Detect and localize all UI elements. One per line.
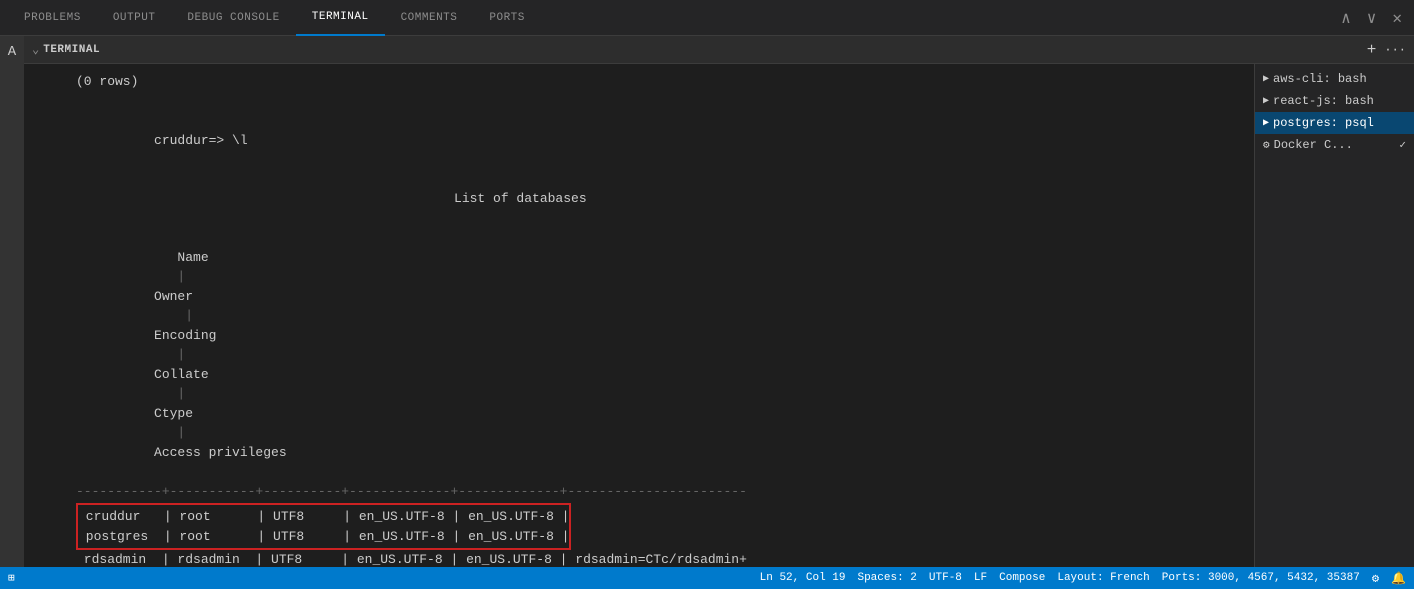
sidebar-item-react-js[interactable]: ▶ react-js: bash (1255, 90, 1414, 112)
command-prompt-1: cruddur=> \l (154, 133, 248, 148)
tab-problems[interactable]: PROBLEMS (8, 0, 97, 36)
ellipsis-icon[interactable]: ··· (1384, 43, 1406, 57)
col-sep4: | (154, 386, 216, 401)
row-rdsadmin: rdsadmin | rdsadmin | UTF8 | en_US.UTF-8… (36, 550, 1230, 567)
col-sep3: | (154, 347, 216, 362)
sidebar-item-postgres[interactable]: ▶ postgres: psql (1255, 112, 1414, 134)
wrench-gear-icon: ⚙ (1263, 138, 1270, 152)
col-ctype-text: Ctype (154, 406, 193, 421)
terminal-content[interactable]: (0 rows) cruddur=> \l List of databases … (24, 64, 1242, 567)
col-sep2: | (154, 308, 216, 323)
terminal-panel-header: ⌄ TERMINAL + ··· (24, 36, 1414, 64)
ports-indicator[interactable]: Ports: 3000, 4567, 5432, 35387 (1162, 572, 1360, 584)
terminal-header-label: TERMINAL (43, 44, 100, 56)
sidebar-item-label-1: aws-cli: bash (1273, 72, 1367, 86)
activity-icon: A (8, 44, 16, 60)
tab-ports[interactable]: PORTS (473, 0, 541, 36)
caret-up-icon[interactable]: ∧ (1337, 6, 1355, 30)
col-encoding-text: Encoding (154, 328, 216, 343)
icon-bar: A (0, 36, 24, 567)
scrollbar[interactable] (1242, 64, 1254, 567)
table-title: List of databases (454, 191, 587, 206)
sidebar-item-label-3: postgres: psql (1273, 116, 1374, 130)
table-title-line: List of databases (36, 170, 1230, 229)
status-right: Ln 52, Col 19 Spaces: 2 UTF-8 LF Compose… (760, 571, 1406, 586)
status-left: ⊞ (8, 571, 15, 585)
col-name-text: Name (177, 250, 208, 265)
command-line-1: cruddur=> \l (36, 111, 1230, 170)
eol-indicator[interactable]: LF (974, 572, 987, 584)
sidebar-item-label-4: Docker C... (1274, 138, 1353, 152)
col-sep1: | (154, 269, 209, 284)
bell-icon[interactable]: 🔔 (1391, 571, 1406, 586)
tab-output[interactable]: OUTPUT (97, 0, 172, 36)
tab-debug-console[interactable]: DEBUG CONSOLE (171, 0, 295, 36)
col-collate-text: Collate (154, 367, 209, 382)
sidebar-item-label-2: react-js: bash (1273, 94, 1374, 108)
col-name (154, 250, 177, 265)
row-cruddur: cruddur | root | UTF8 | en_US.UTF-8 | en… (78, 507, 569, 527)
col-owner-text: Owner (154, 289, 193, 304)
status-bar: ⊞ Ln 52, Col 19 Spaces: 2 UTF-8 LF Compo… (0, 567, 1414, 589)
table-header-line: Name | Owner | Encoding | Collate | Ctyp… (36, 228, 1230, 482)
close-icon[interactable]: ✕ (1388, 6, 1406, 30)
caret-down-icon[interactable]: ∨ (1363, 6, 1381, 30)
encoding-indicator[interactable]: UTF-8 (929, 572, 962, 584)
terminal-container: ⌄ TERMINAL + ··· (0 rows) cruddur=> \l (24, 36, 1414, 567)
col-access-text: Access privileges (154, 445, 287, 460)
sidebar-item-docker[interactable]: ⚙ Docker C... ✓ (1255, 134, 1414, 156)
separator-line: -----------+-----------+----------+-----… (36, 482, 1230, 502)
arrow-right-icon-2: ▶ (1263, 95, 1269, 107)
mode-indicator[interactable]: Compose (999, 572, 1045, 584)
blank-line-1 (36, 92, 1230, 112)
terminal-header-actions: + ··· (1367, 41, 1406, 59)
zero-rows-line: (0 rows) (36, 72, 1230, 92)
remote-icon: ⊞ (8, 571, 15, 585)
plus-icon[interactable]: + (1367, 41, 1377, 59)
arrow-right-icon-1: ▶ (1263, 73, 1269, 85)
checkmark-icon: ✓ (1399, 138, 1406, 152)
right-sidebar: ▶ aws-cli: bash ▶ react-js: bash ▶ postg… (1254, 64, 1414, 567)
spaces-indicator[interactable]: Spaces: 2 (857, 572, 916, 584)
main-area: A ⌄ TERMINAL + ··· (0 rows) cruddur=> \l (0, 36, 1414, 567)
tab-comments[interactable]: COMMENTS (385, 0, 474, 36)
col-sep5: | (154, 425, 216, 440)
tab-bar-actions: ∧ ∨ ✕ (1337, 6, 1406, 30)
highlight-box: cruddur | root | UTF8 | en_US.UTF-8 | en… (76, 503, 571, 550)
settings-icon[interactable]: ⚙ (1372, 571, 1379, 586)
tab-terminal[interactable]: TERMINAL (296, 0, 385, 36)
highlight-wrapper: cruddur | root | UTF8 | en_US.UTF-8 | en… (36, 503, 571, 550)
row-postgres: postgres | root | UTF8 | en_US.UTF-8 | e… (78, 527, 569, 547)
sidebar-item-aws-cli[interactable]: ▶ aws-cli: bash (1255, 68, 1414, 90)
terminal-area-wrap: (0 rows) cruddur=> \l List of databases … (24, 64, 1414, 567)
layout-indicator[interactable]: Layout: French (1057, 572, 1149, 584)
cursor-position[interactable]: Ln 52, Col 19 (760, 572, 846, 584)
tab-bar: PROBLEMS OUTPUT DEBUG CONSOLE TERMINAL C… (0, 0, 1414, 36)
arrow-right-icon-3: ▶ (1263, 117, 1269, 129)
chevron-down-icon: ⌄ (32, 42, 39, 57)
